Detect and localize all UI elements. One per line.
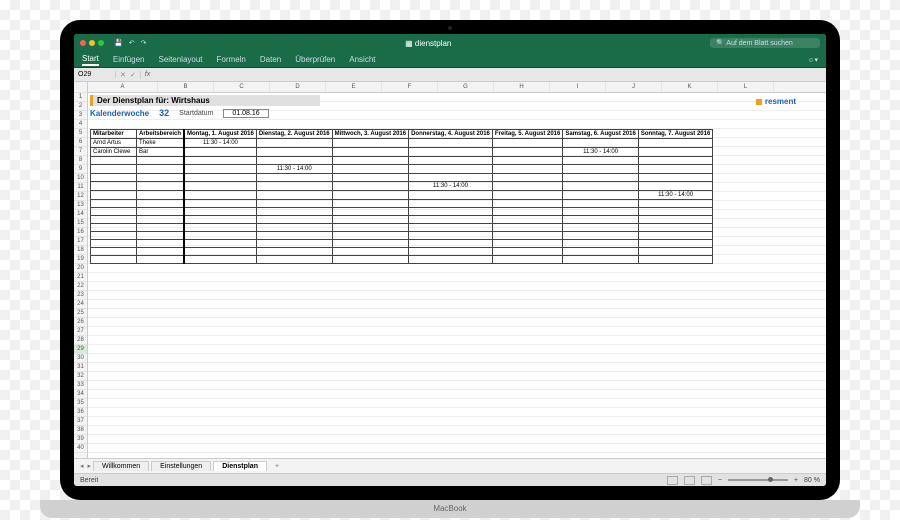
table-row[interactable]: 11:30 - 14:00 [91, 182, 713, 191]
tab-formeln[interactable]: Formeln [217, 55, 246, 64]
fx-label: fx [141, 71, 154, 78]
sheet-tabs-bar: ◂ ▸ Willkommen Einstellungen Dienstplan … [74, 458, 826, 473]
tab-daten[interactable]: Daten [260, 55, 281, 64]
start-date-label: Startdatum [179, 110, 213, 117]
schedule-header: Donnerstag, 4. August 2016 [409, 130, 493, 139]
share-icon[interactable]: ☺▾ [807, 56, 818, 64]
zoom-level: 80 % [804, 477, 820, 484]
titlebar: 💾 ↶ ↷ ▦ dienstplan 🔍 Auf dem Blatt suche… [74, 34, 826, 52]
excel-window: 💾 ↶ ↷ ▦ dienstplan 🔍 Auf dem Blatt suche… [74, 34, 826, 486]
view-page-icon[interactable] [684, 476, 695, 485]
schedule-header: Mittwoch, 3. August 2016 [332, 130, 408, 139]
table-row[interactable] [91, 174, 713, 182]
tab-start[interactable]: Start [82, 54, 99, 66]
fx-controls[interactable]: ✕ ✓ [116, 71, 141, 79]
column-headers[interactable]: ABCDEFGHIJKL [88, 82, 826, 93]
schedule-header: Samstag, 6. August 2016 [563, 130, 638, 139]
schedule-header: Dienstag, 2. August 2016 [256, 130, 332, 139]
document-title: ▦ dienstplan [146, 39, 710, 48]
maximize-icon[interactable] [98, 40, 104, 46]
zoom-in-button[interactable]: + [794, 477, 798, 484]
table-row[interactable]: 11:30 - 14:00 [91, 191, 713, 200]
row-headers[interactable]: 1234567891011121314151617181920212223242… [74, 82, 88, 458]
status-ready: Bereit [80, 477, 98, 484]
table-row[interactable] [91, 157, 713, 165]
cancel-icon[interactable]: ✕ [120, 71, 126, 79]
schedule-header: Mitarbeiter [91, 130, 137, 139]
tab-ansicht[interactable]: Ansicht [349, 55, 375, 64]
sheet-tab-einstellungen[interactable]: Einstellungen [151, 461, 211, 471]
sheet-tab-willkommen[interactable]: Willkommen [93, 461, 149, 471]
table-row[interactable] [91, 248, 713, 256]
sheet-area[interactable]: 1234567891011121314151617181920212223242… [74, 82, 826, 458]
schedule-header: Freitag, 5. August 2016 [492, 130, 562, 139]
status-bar: Bereit − + 80 % [74, 473, 826, 486]
tab-seitenlayout[interactable]: Seitenlayout [159, 55, 203, 64]
table-row[interactable] [91, 256, 713, 264]
window-controls[interactable] [80, 40, 104, 46]
kw-label: Kalenderwoche [90, 109, 149, 118]
table-row[interactable] [91, 232, 713, 240]
excel-icon: ▦ [405, 39, 413, 48]
enter-icon[interactable]: ✓ [130, 71, 136, 79]
start-date-value[interactable]: 01.08.16 [223, 109, 268, 118]
view-normal-icon[interactable] [667, 476, 678, 485]
quick-access-toolbar: 💾 ↶ ↷ [114, 39, 146, 47]
formula-bar: O29 ✕ ✓ fx [74, 68, 826, 82]
save-icon[interactable]: 💾 [114, 39, 123, 47]
sheet-tab-dienstplan[interactable]: Dienstplan [213, 461, 267, 471]
view-break-icon[interactable] [701, 476, 712, 485]
table-row[interactable]: 11:30 - 14:00 [91, 165, 713, 174]
close-icon[interactable] [80, 40, 86, 46]
table-row[interactable] [91, 240, 713, 248]
brand-icon [756, 99, 762, 105]
schedule-header: Arbeitsbereich [137, 130, 185, 139]
zoom-slider[interactable] [728, 479, 788, 481]
plan-title: Der Dienstplan für: Wirtshaus [90, 95, 320, 106]
schedule-header: Montag, 1. August 2016 [184, 130, 256, 139]
undo-icon[interactable]: ↶ [129, 39, 135, 47]
tab-next-icon[interactable]: ▸ [88, 462, 92, 470]
kw-value: 32 [159, 108, 169, 118]
table-row[interactable] [91, 200, 713, 208]
sheet-search-input[interactable]: 🔍 Auf dem Blatt suchen [710, 38, 820, 48]
add-sheet-button[interactable]: + [269, 462, 285, 471]
table-row[interactable]: Carolin CleweBar11:30 - 14:00 [91, 148, 713, 157]
table-row[interactable]: Arnd ArtusTheke11:30 - 14:00 [91, 139, 713, 148]
tab-einfuegen[interactable]: Einfügen [113, 55, 145, 64]
table-row[interactable] [91, 216, 713, 224]
name-box[interactable]: O29 [74, 71, 116, 78]
table-row[interactable] [91, 224, 713, 232]
zoom-out-button[interactable]: − [718, 477, 722, 484]
minimize-icon[interactable] [89, 40, 95, 46]
schedule-table[interactable]: MitarbeiterArbeitsbereichMontag, 1. Augu… [90, 129, 713, 264]
tab-prev-icon[interactable]: ◂ [80, 462, 84, 470]
schedule-header: Sonntag, 7. August 2016 [638, 130, 712, 139]
tab-ueberpruefen[interactable]: Überprüfen [295, 55, 335, 64]
ribbon-tabs: Start Einfügen Seitenlayout Formeln Date… [74, 52, 826, 68]
table-row[interactable] [91, 208, 713, 216]
brand-logo: resment [756, 97, 796, 106]
